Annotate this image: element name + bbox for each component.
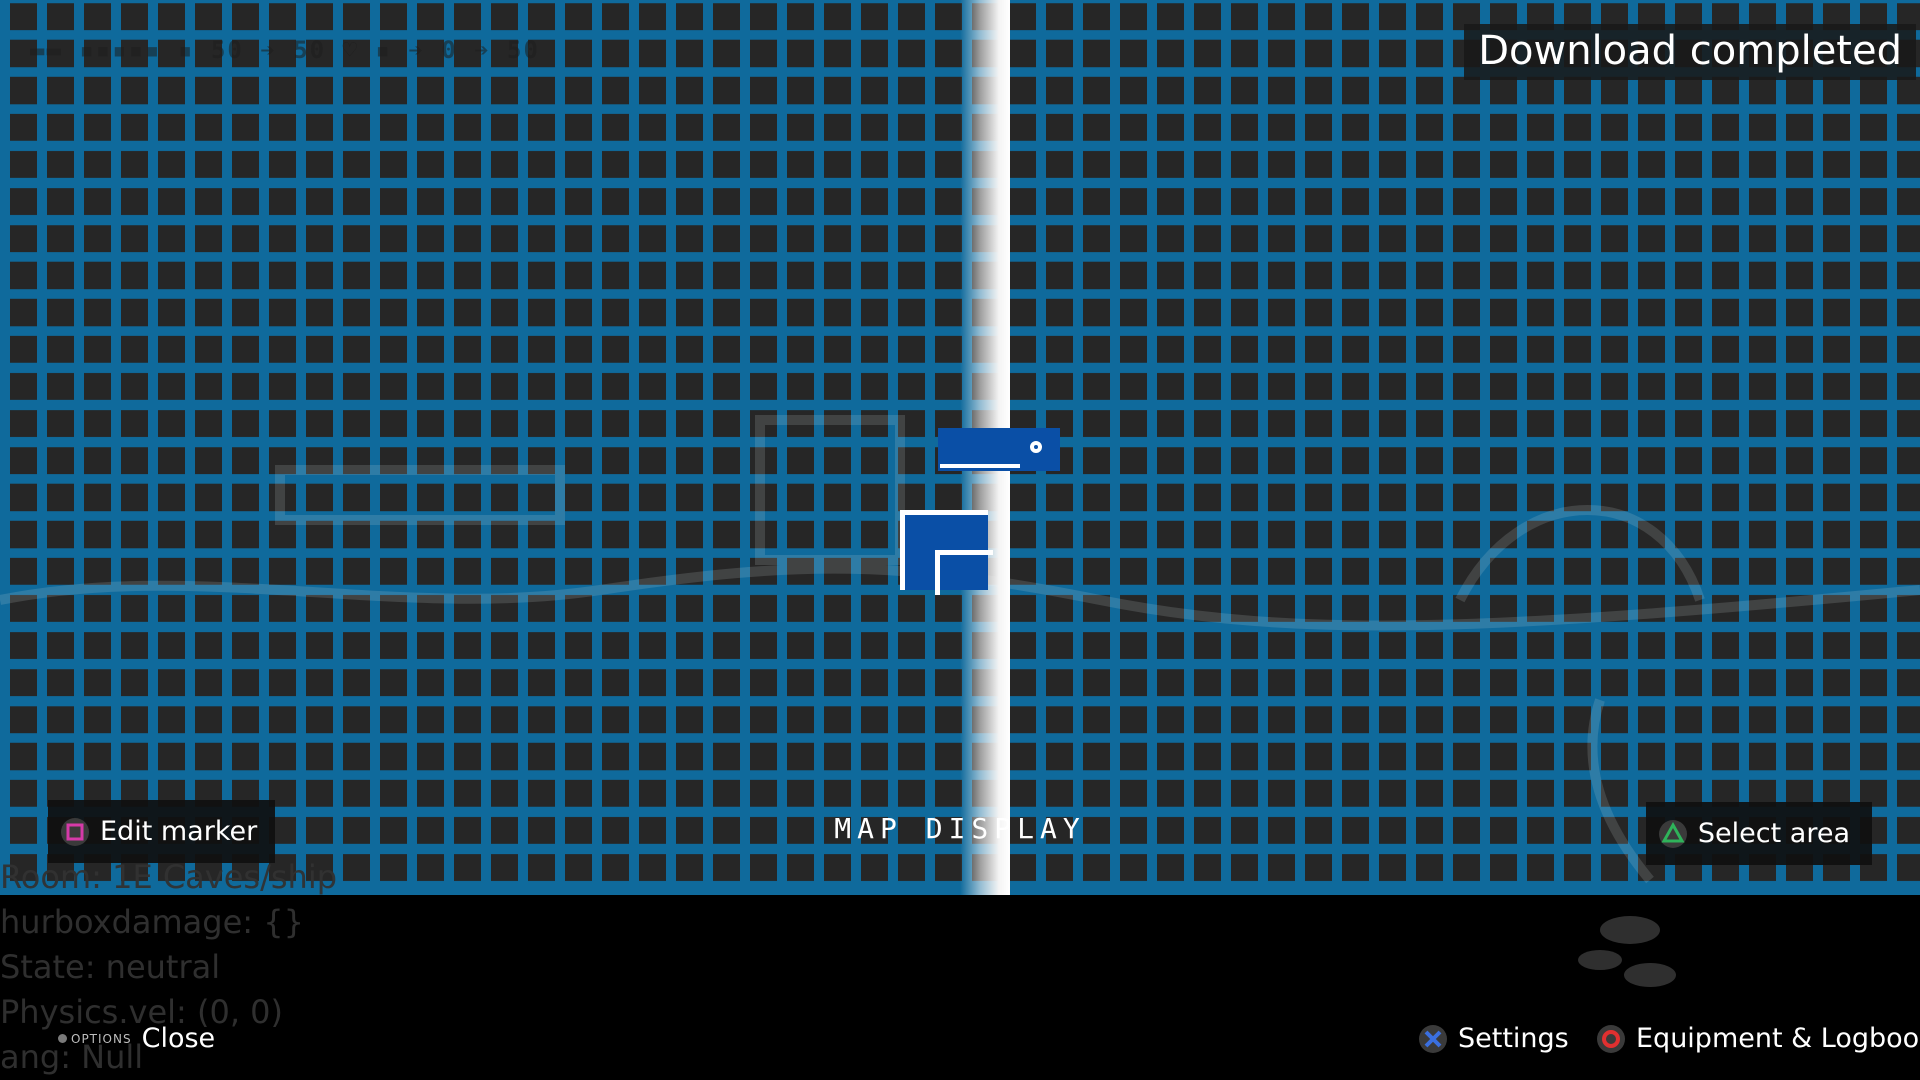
close-label: Close — [141, 1023, 216, 1054]
save-point-icon — [1030, 441, 1042, 453]
cross-button-icon — [1419, 1024, 1447, 1053]
options-label: OPTIONS — [71, 1031, 132, 1046]
debug-line: Room: 1E Caves/ship — [0, 858, 338, 896]
options-button-icon — [58, 1034, 67, 1043]
debug-line: State: neutral — [0, 948, 221, 986]
debug-line: hurboxdamage: {} — [0, 903, 304, 941]
room-inner-wall — [935, 550, 993, 595]
game-screen: ▬▬ ▪▪▪▪▪ ▪ 50 ➔ 50 ♡ ▪ ➔ 0 ➔ 50 Edit mar… — [0, 0, 1920, 1080]
map-room-lower[interactable] — [900, 510, 993, 595]
map-room-current[interactable] — [938, 428, 1060, 471]
map-grid[interactable]: ▬▬ ▪▪▪▪▪ ▪ 50 ➔ 50 ♡ ▪ ➔ 0 ➔ 50 Edit mar… — [0, 0, 1920, 895]
select-area-button[interactable]: Select area — [1645, 802, 1872, 865]
settings-label: Settings — [1458, 1023, 1569, 1054]
hud-stats: ▬▬ ▪▪▪▪▪ ▪ 50 ➔ 50 ♡ ▪ ➔ 0 ➔ 50 — [30, 36, 540, 64]
close-button[interactable]: OPTIONS Close — [58, 1023, 215, 1054]
map-display-title: MAP DISPLAY — [834, 812, 1086, 845]
equipment-logbook-button[interactable]: Equipment & Logbook — [1596, 1023, 1920, 1054]
room-floor-edge — [940, 464, 1020, 468]
download-notification: Download completed — [1464, 24, 1916, 80]
triangle-button-icon — [1658, 819, 1687, 848]
lizard-emblem-ghost — [1578, 916, 1676, 987]
circle-button-icon — [1597, 1024, 1625, 1053]
select-area-label: Select area — [1697, 818, 1850, 849]
equipment-logbook-label: Equipment & Logbook — [1636, 1023, 1920, 1054]
bottom-prompt-bar: OPTIONS Close Settings Equipment & Logbo… — [0, 1015, 1920, 1065]
settings-button[interactable]: Settings — [1418, 1023, 1569, 1054]
